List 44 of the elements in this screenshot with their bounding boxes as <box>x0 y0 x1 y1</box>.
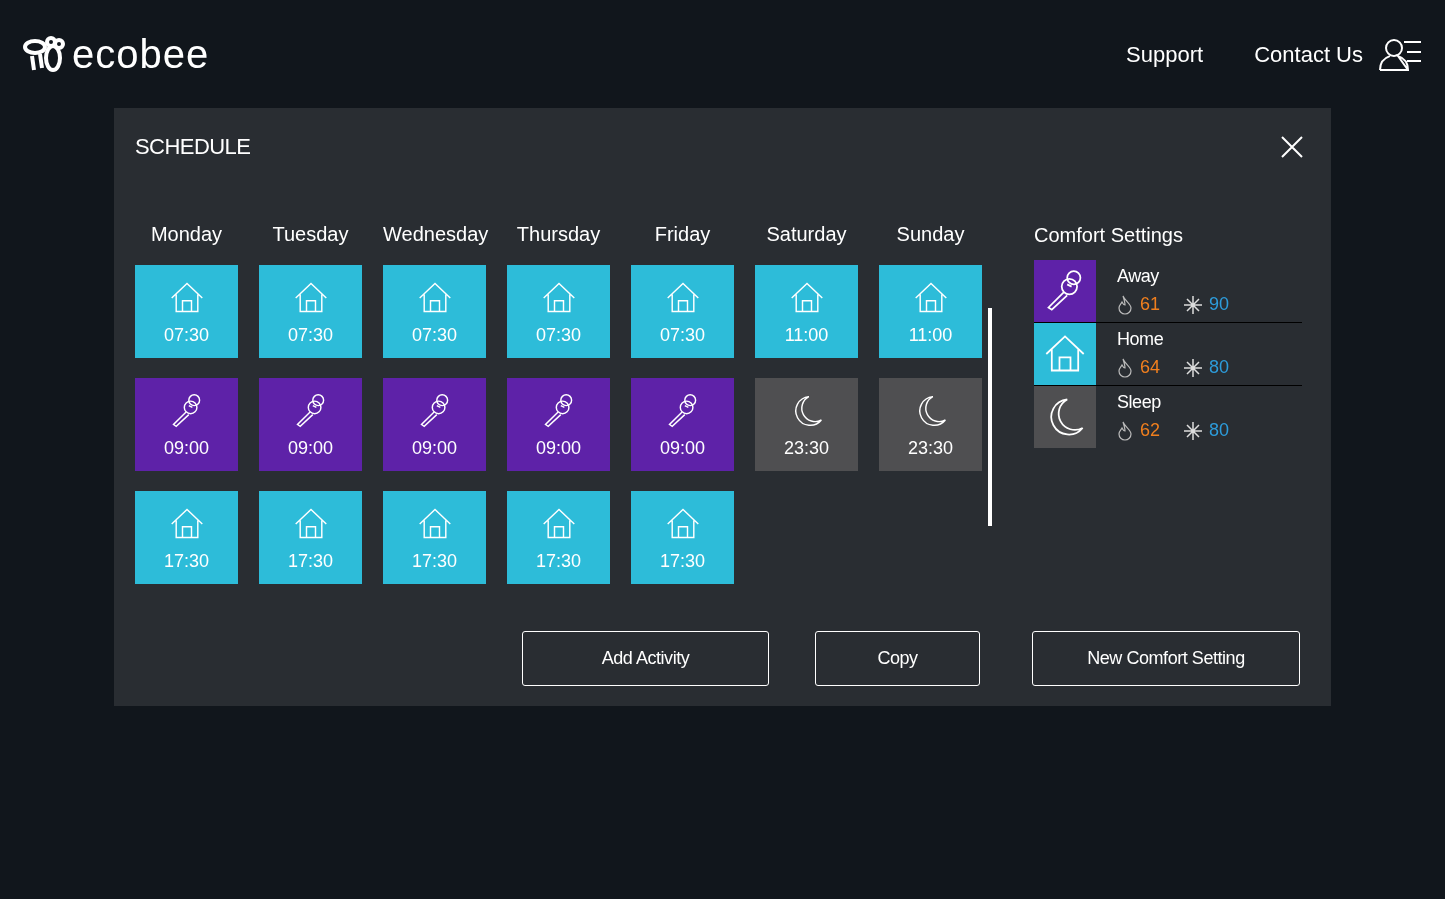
flame-icon <box>1117 420 1133 441</box>
comfort-swatch[interactable] <box>1034 323 1096 385</box>
comfort-swatch[interactable] <box>1034 386 1096 448</box>
close-icon[interactable] <box>1281 135 1303 158</box>
day-heading: Friday <box>653 223 712 246</box>
snowflake-icon <box>1183 357 1203 378</box>
heat-setpoint: 62 <box>1140 419 1162 442</box>
activity-tile[interactable]: 23:30 <box>755 378 858 471</box>
activity-tile[interactable]: 09:00 <box>259 378 362 471</box>
activity-tile[interactable]: 23:30 <box>879 378 982 471</box>
comfort-name: Away <box>1117 265 1160 287</box>
cool-setpoint: 80 <box>1209 419 1230 442</box>
day-heading: Monday <box>149 223 224 246</box>
account-menu-icon[interactable] <box>1379 37 1423 71</box>
nav-link[interactable]: Contact Us <box>1254 37 1363 71</box>
heat-setpoint: 61 <box>1140 293 1162 316</box>
dialog-title: SCHEDULE <box>135 133 251 161</box>
action-button[interactable]: Add Activity <box>522 631 769 686</box>
snowflake-icon <box>1183 294 1203 315</box>
activity-tile[interactable]: 09:00 <box>507 378 610 471</box>
comfort-name: Sleep <box>1117 391 1162 413</box>
section-title: Comfort Settings <box>1034 223 1184 248</box>
cool-setpoint: 90 <box>1209 293 1230 316</box>
snowflake-icon <box>1183 420 1203 441</box>
day-heading: Wednesday <box>383 223 486 246</box>
action-button[interactable]: Copy <box>815 631 980 686</box>
heat-setpoint: 64 <box>1140 356 1162 379</box>
activity-tile[interactable]: 09:00 <box>631 378 734 471</box>
activity-tile[interactable]: 09:00 <box>383 378 486 471</box>
flame-icon <box>1117 357 1133 378</box>
nav-link[interactable]: Support <box>1126 37 1204 71</box>
comfort-name: Home <box>1117 328 1165 350</box>
flame-icon <box>1117 294 1133 315</box>
action-button[interactable]: New Comfort Setting <box>1032 631 1300 686</box>
day-heading: Tuesday <box>271 223 350 246</box>
day-heading: Sunday <box>895 223 966 246</box>
bee-logo-icon <box>22 34 66 74</box>
comfort-swatch[interactable] <box>1034 260 1096 322</box>
scrollbar[interactable] <box>988 308 992 526</box>
day-heading: Saturday <box>765 223 848 246</box>
day-heading: Thursday <box>515 223 602 246</box>
cool-setpoint: 80 <box>1209 356 1230 379</box>
activity-tile[interactable]: 09:00 <box>135 378 238 471</box>
logo-text: ecobee <box>72 34 210 74</box>
